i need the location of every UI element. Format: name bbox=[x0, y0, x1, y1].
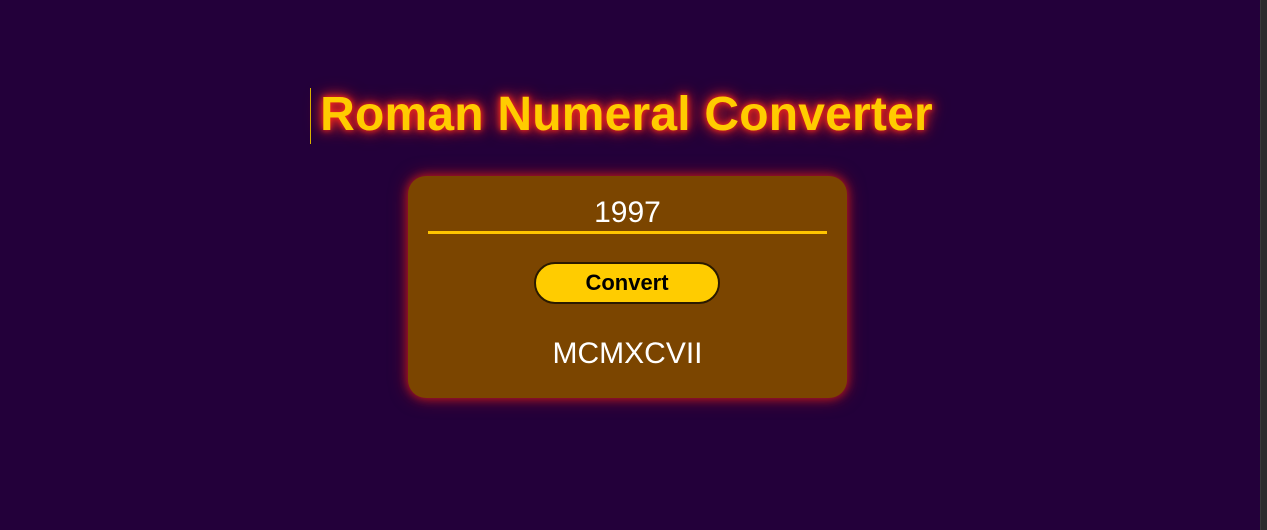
page-title: Roman Numeral Converter bbox=[320, 88, 933, 141]
converter-card: Convert MCMXCVII bbox=[408, 176, 847, 398]
convert-button[interactable]: Convert bbox=[534, 262, 720, 304]
window-edge bbox=[1260, 0, 1267, 530]
number-input[interactable] bbox=[428, 194, 827, 234]
title-container: Roman Numeral Converter bbox=[0, 87, 1253, 143]
roman-result: MCMXCVII bbox=[552, 337, 703, 370]
